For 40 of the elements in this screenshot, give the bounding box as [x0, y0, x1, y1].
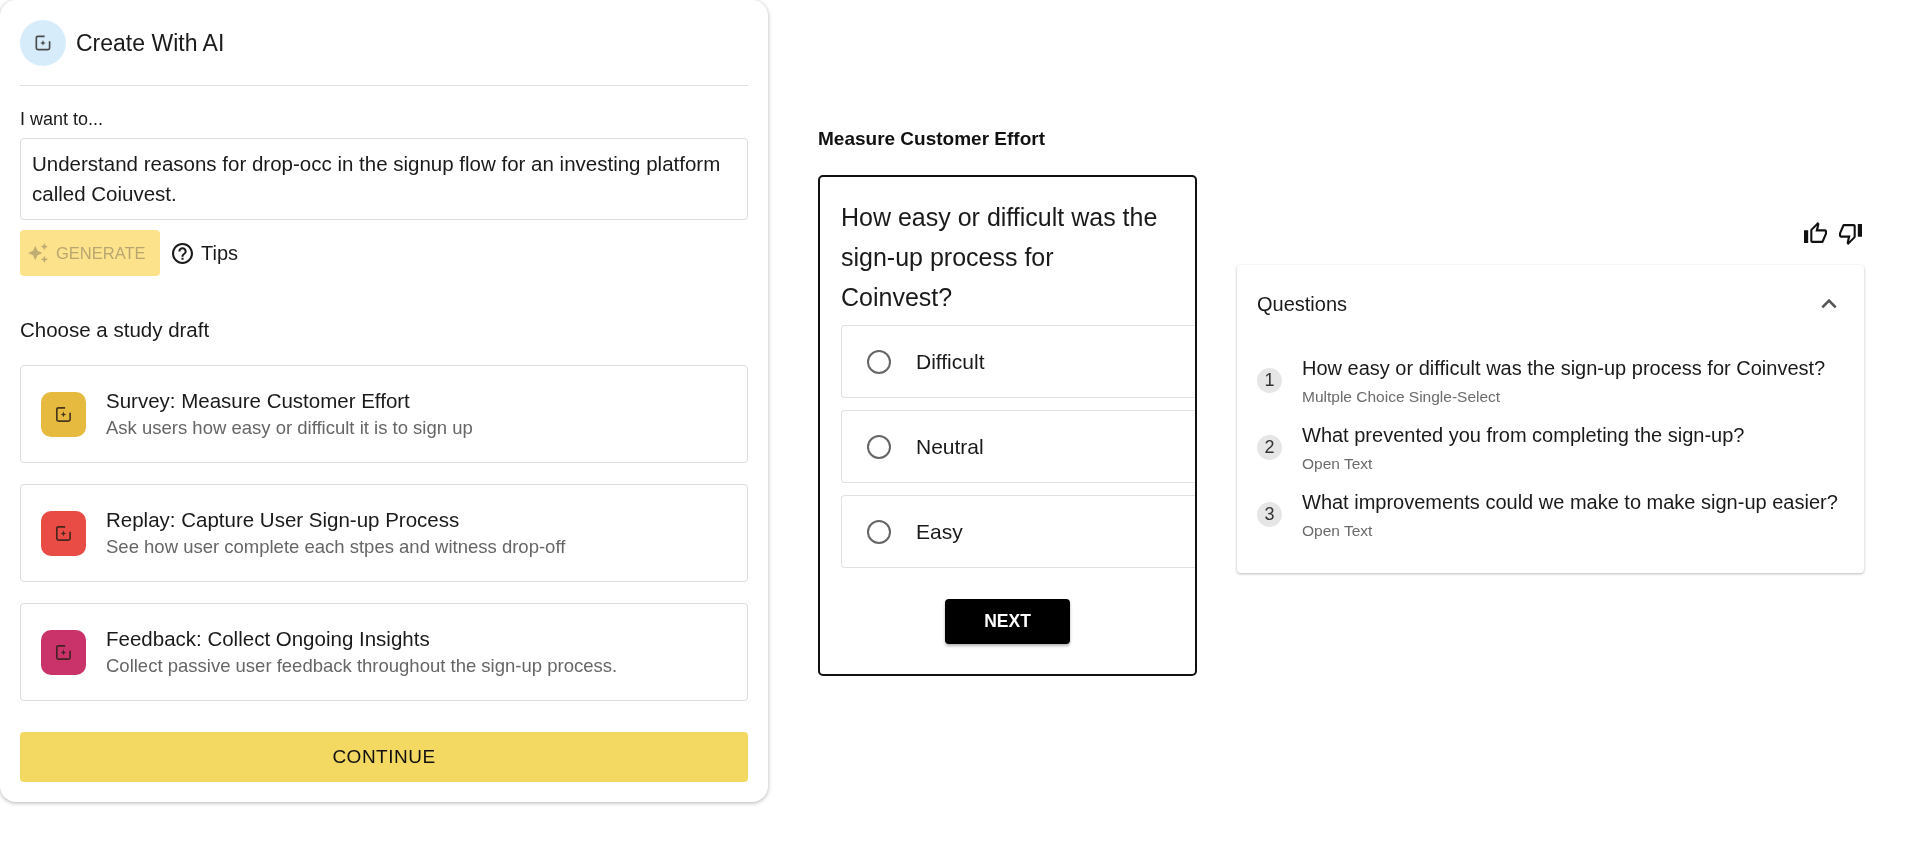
draft-card[interactable]: Survey: Measure Customer Effort Ask users how easy or difficult it is to sign up — [20, 365, 748, 463]
draft-card[interactable]: Replay: Capture User Sign-up Process See how user complete each stpes and witness drop-off — [20, 484, 748, 582]
draft-title: Replay: Capture User Sign-up Process — [106, 507, 461, 533]
question-type: Multple Choice Single-Select — [1302, 388, 1502, 406]
question-number: 3 — [1257, 502, 1282, 527]
prompt-field[interactable]: Understand reasons for drop-occ in the signup flow for an investing platform called Coiuvest. — [20, 138, 748, 220]
radio-icon[interactable] — [867, 434, 891, 459]
question-number: 2 — [1257, 435, 1282, 460]
question-title: What improvements could we make to make sign-up easier? — [1302, 490, 1838, 515]
tips-link[interactable]: Tips — [172, 241, 239, 265]
draft-card[interactable]: Feedback: Collect Ongoing Insights Collect passive user feedback throughout the sign-up process. — [20, 603, 748, 701]
question-number: 1 — [1257, 368, 1282, 393]
question-type: Open Text — [1302, 522, 1374, 540]
draft-description: Collect passive user feedback throughout the sign-up process. — [106, 654, 618, 678]
question-type: Open Text — [1302, 455, 1374, 473]
drafts-heading: Choose a study draft — [20, 318, 211, 342]
radio-icon[interactable] — [867, 519, 891, 544]
continue-button[interactable]: CONTINUE — [20, 732, 748, 782]
draft-title: Survey: Measure Customer Effort — [106, 388, 411, 414]
answer-option[interactable]: Neutral — [841, 410, 1195, 483]
survey-question: How easy or difficult was the sign-up process for Coinvest? — [841, 202, 1159, 313]
sparkle-frame-icon — [20, 20, 66, 66]
preview-title: Measure Customer Effort — [818, 127, 1046, 151]
answer-option[interactable]: Easy — [841, 495, 1195, 568]
questions-title: Questions — [1257, 292, 1348, 317]
sparkle-icon — [28, 243, 48, 263]
panel-title: Create With AI — [76, 29, 225, 57]
draft-title: Feedback: Collect Ongoing Insights — [106, 626, 431, 652]
question-title: How easy or difficult was the sign-up process for Coinvest? — [1302, 356, 1826, 381]
next-button[interactable]: NEXT — [945, 599, 1070, 644]
thumbs-down-icon[interactable] — [1839, 222, 1862, 245]
prompt-label: I want to... — [20, 108, 105, 130]
draft-description: See how user complete each stpes and witness drop-off — [106, 535, 566, 559]
chevron-icon[interactable] — [1821, 299, 1837, 309]
draft-description: Ask users how easy or difficult it is to sign up — [106, 416, 473, 440]
answer-option[interactable]: Difficult — [841, 325, 1195, 398]
question-title: What prevented you from completing the sign-up? — [1302, 423, 1745, 448]
thumbs-up-icon[interactable] — [1804, 222, 1827, 245]
help-icon — [172, 242, 193, 264]
radio-icon[interactable] — [867, 349, 891, 374]
